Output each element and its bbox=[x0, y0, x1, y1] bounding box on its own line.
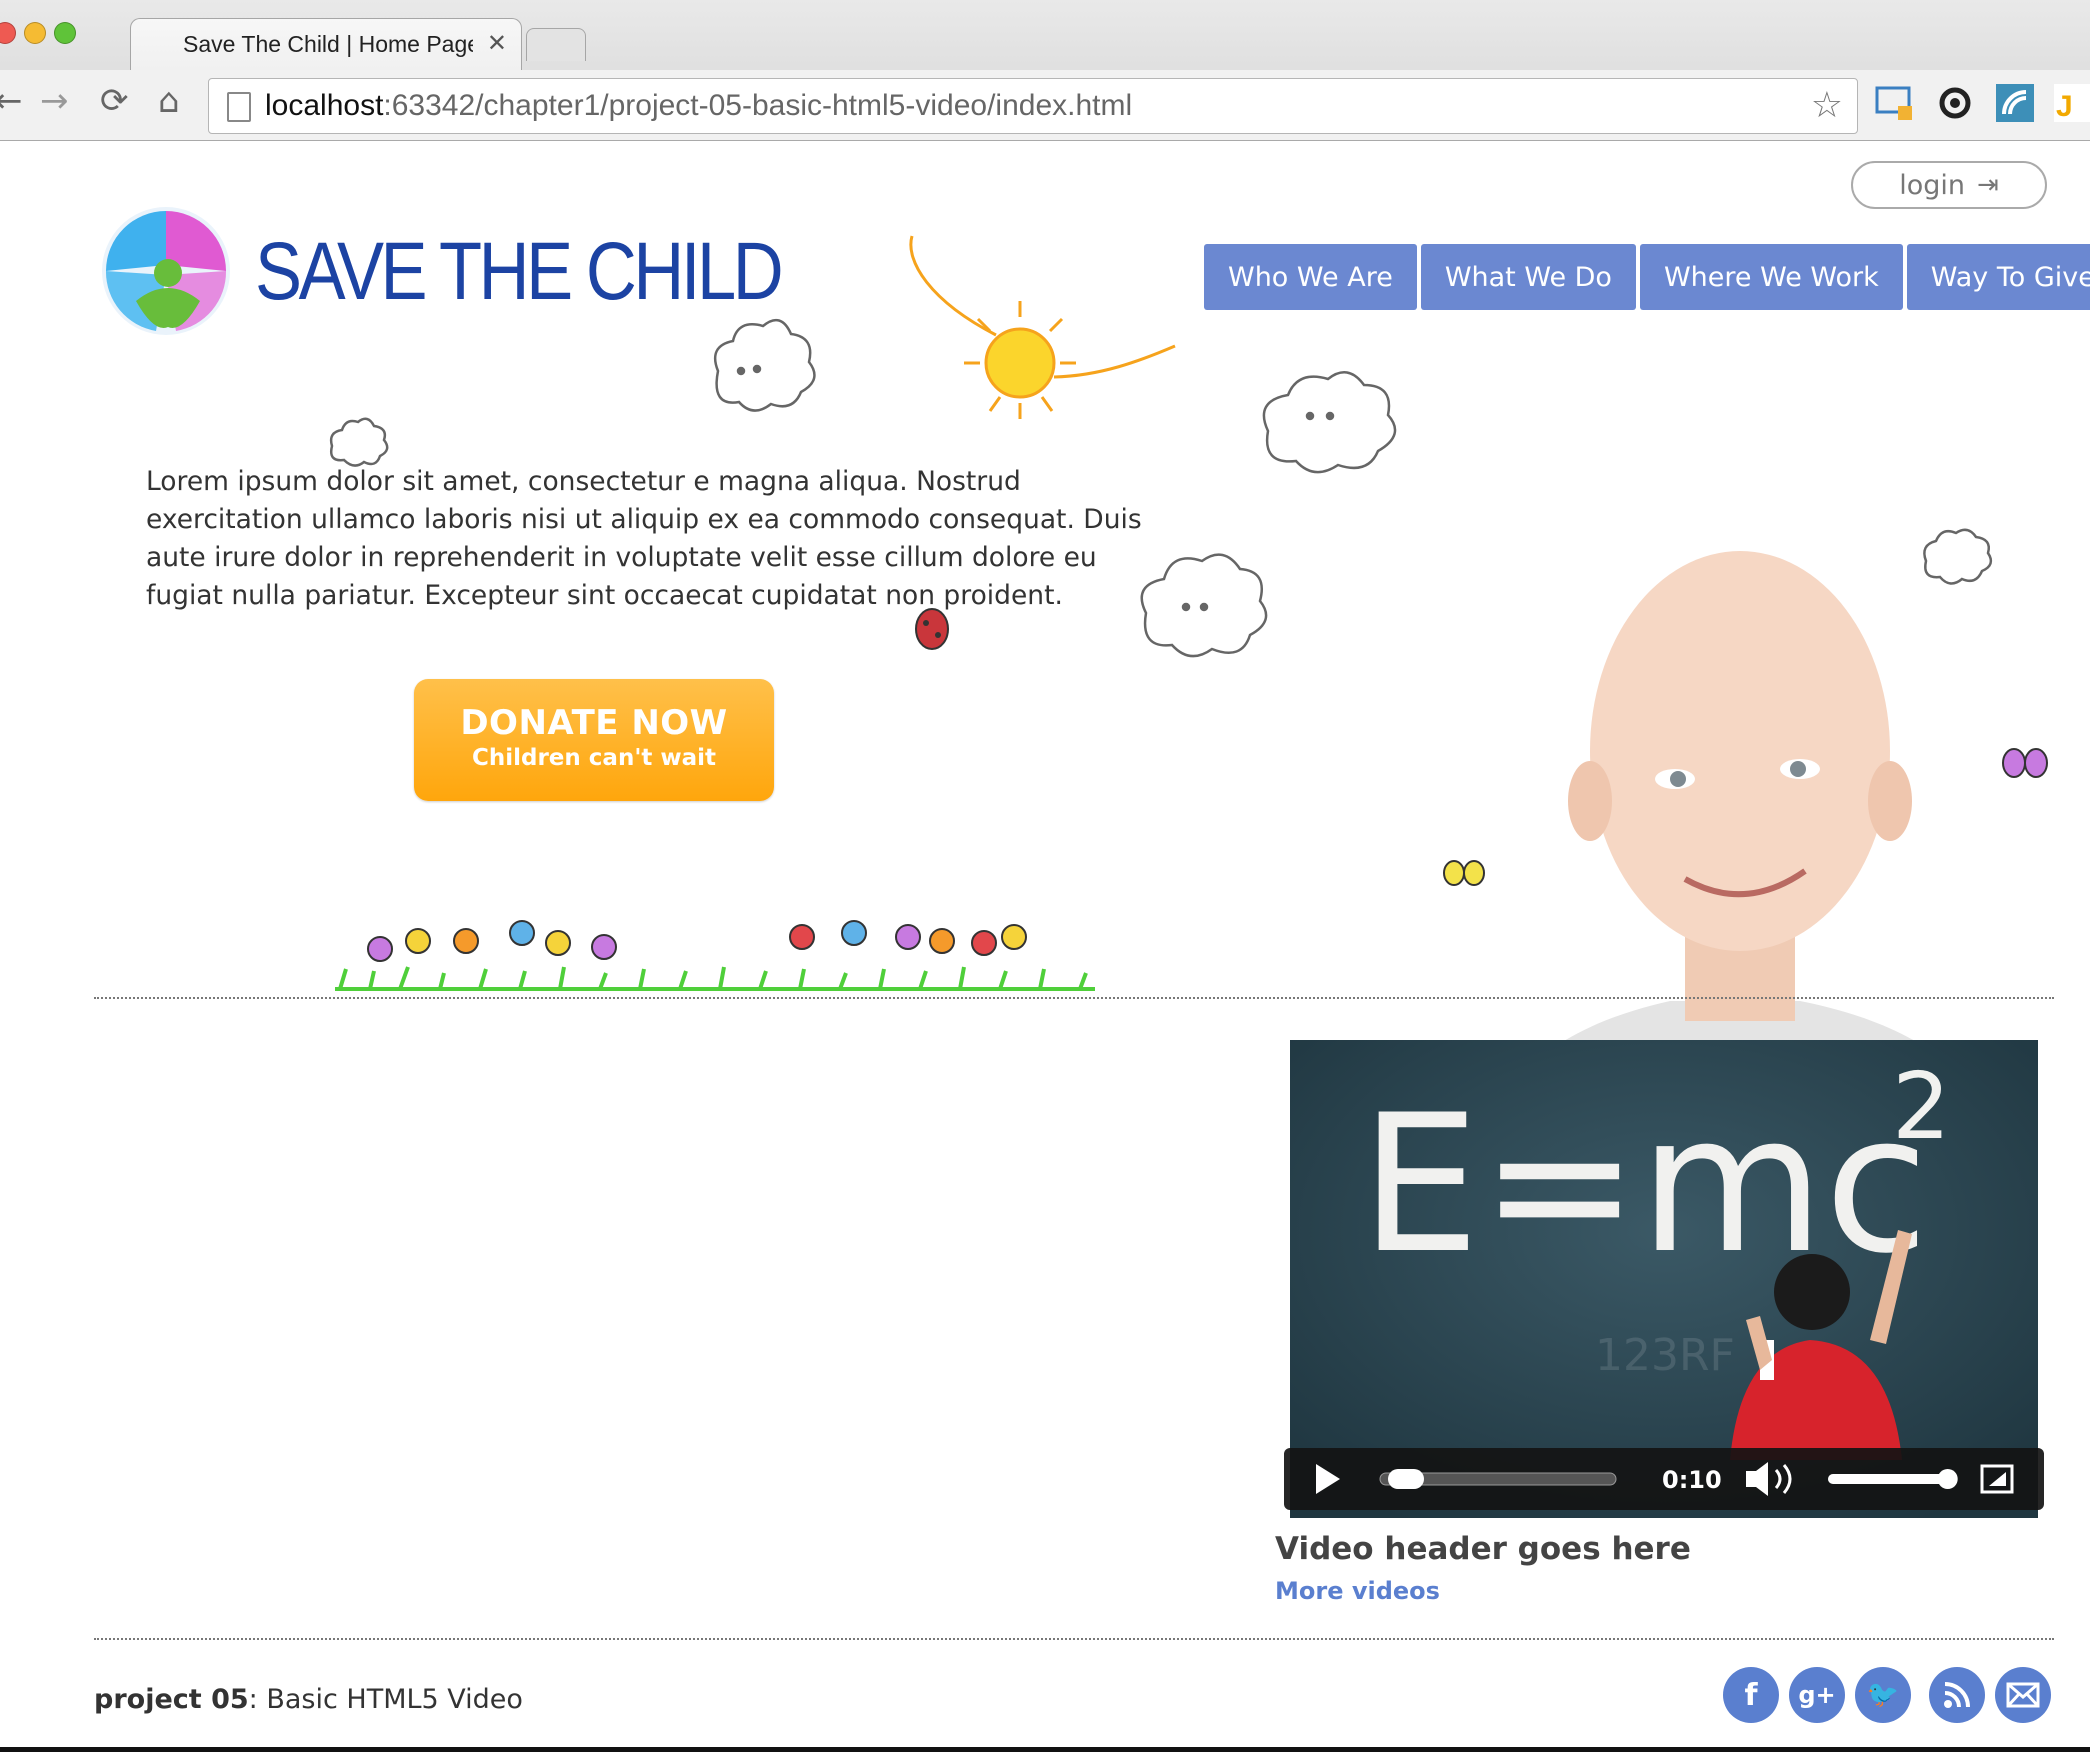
login-button[interactable]: login ⇥ bbox=[1851, 161, 2047, 209]
play-icon[interactable] bbox=[1316, 1464, 1340, 1494]
jetbrains-extension-icon[interactable]: J bbox=[2052, 82, 2090, 124]
footer-divider bbox=[94, 1638, 2054, 1640]
video-controls: 0:10 bbox=[1284, 1448, 2044, 1510]
wifi-extension-icon[interactable] bbox=[1994, 82, 2036, 124]
video-player[interactable]: E=mc 2 123RF bbox=[1290, 1040, 2038, 1518]
bookmark-star-icon[interactable]: ☆ bbox=[1811, 85, 1843, 126]
chalk-superscript: 2 bbox=[1892, 1053, 1951, 1160]
login-label: login bbox=[1899, 169, 1965, 201]
login-icon: ⇥ bbox=[1976, 170, 1999, 200]
url-text[interactable]: localhost:63342/chapter1/project-05-basi… bbox=[265, 89, 1132, 123]
donate-main-label: DONATE NOW bbox=[460, 703, 728, 743]
footer-label: project 05: Basic HTML5 Video bbox=[94, 1684, 523, 1715]
donate-button[interactable]: DONATE NOW Children can't wait bbox=[414, 679, 774, 801]
nav-way-to-give[interactable]: Way To Give bbox=[1906, 244, 2090, 310]
back-icon[interactable]: ← bbox=[0, 84, 23, 118]
video-controls-bar: 0:10 bbox=[1316, 1462, 2014, 1496]
logo-text[interactable]: SAVE THE CHILD bbox=[255, 225, 784, 319]
minimize-window-button[interactable] bbox=[24, 22, 46, 44]
reload-icon[interactable]: ⟳ bbox=[100, 84, 129, 118]
facebook-icon[interactable]: f bbox=[1723, 1667, 1779, 1723]
main-nav: Who We Are What We Do Where We Work Way … bbox=[1204, 244, 2090, 310]
footer-project-title: : Basic HTML5 Video bbox=[248, 1684, 523, 1715]
address-bar[interactable]: localhost:63342/chapter1/project-05-basi… bbox=[208, 78, 1858, 134]
browser-toolbar: ← → ⟳ ⌂ localhost:63342/chapter1/project… bbox=[0, 70, 2090, 140]
google-plus-icon[interactable]: g+ bbox=[1789, 1667, 1845, 1723]
social-links: f g+ 🐦 bbox=[1723, 1667, 2051, 1723]
footer-project-label: project 05 bbox=[94, 1684, 249, 1715]
web-page: login ⇥ SAVE THE CHILD Who We Are What W… bbox=[0, 141, 2090, 1752]
header-divider bbox=[94, 997, 2054, 999]
flower-doodles bbox=[367, 920, 1027, 962]
forward-icon[interactable]: → bbox=[40, 84, 69, 118]
svg-text:J: J bbox=[2056, 90, 2073, 123]
tab-close-icon[interactable]: ✕ bbox=[487, 29, 507, 57]
chalk-equation: E=mc bbox=[1360, 1074, 1929, 1295]
video-time: 0:10 bbox=[1662, 1466, 1722, 1494]
grass-doodle bbox=[335, 966, 1095, 991]
nav-what-we-do[interactable]: What We Do bbox=[1420, 244, 1636, 310]
intro-paragraph: Lorem ipsum dolor sit amet, consectetur … bbox=[146, 466, 1142, 611]
rss-icon[interactable] bbox=[1929, 1667, 1985, 1723]
fullscreen-icon[interactable] bbox=[1980, 1464, 2014, 1494]
zoom-window-button[interactable] bbox=[54, 22, 76, 44]
page-icon bbox=[227, 92, 251, 122]
video-header: Video header goes here bbox=[1275, 1531, 1691, 1567]
email-icon[interactable] bbox=[1995, 1667, 2051, 1723]
video-frame: E=mc 2 123RF bbox=[1290, 1040, 2038, 1518]
video-seek-thumb[interactable] bbox=[1388, 1469, 1424, 1489]
nav-where-we-work[interactable]: Where We Work bbox=[1639, 244, 1903, 310]
save-the-child-logo-icon[interactable] bbox=[96, 205, 236, 345]
browser-tab[interactable]: Save The Child | Home Page ✕ bbox=[130, 18, 522, 71]
sync-extension-icon[interactable] bbox=[1934, 82, 1976, 124]
browser-chrome: Save The Child | Home Page ✕ ← → ⟳ ⌂ loc… bbox=[0, 0, 2090, 141]
volume-fill bbox=[1828, 1474, 1948, 1484]
video-watermark: 123RF bbox=[1595, 1330, 1735, 1381]
volume-thumb[interactable] bbox=[1937, 1469, 1958, 1489]
window-bottom-edge bbox=[0, 1747, 2090, 1752]
nav-who-we-are[interactable]: Who We Are bbox=[1204, 244, 1417, 310]
more-videos-link[interactable]: More videos bbox=[1275, 1577, 1440, 1605]
tab-title: Save The Child | Home Page bbox=[183, 31, 473, 57]
close-window-button[interactable] bbox=[0, 22, 16, 44]
new-tab-button[interactable] bbox=[526, 28, 586, 61]
twitter-icon[interactable]: 🐦 bbox=[1855, 1667, 1911, 1723]
ladybug-doodle bbox=[915, 608, 949, 650]
cast-extension-icon[interactable] bbox=[1874, 82, 1916, 124]
donate-sub-label: Children can't wait bbox=[471, 745, 717, 771]
sun-doodle bbox=[909, 235, 1176, 419]
volume-icon[interactable] bbox=[1746, 1462, 1792, 1496]
home-icon[interactable]: ⌂ bbox=[158, 84, 180, 118]
